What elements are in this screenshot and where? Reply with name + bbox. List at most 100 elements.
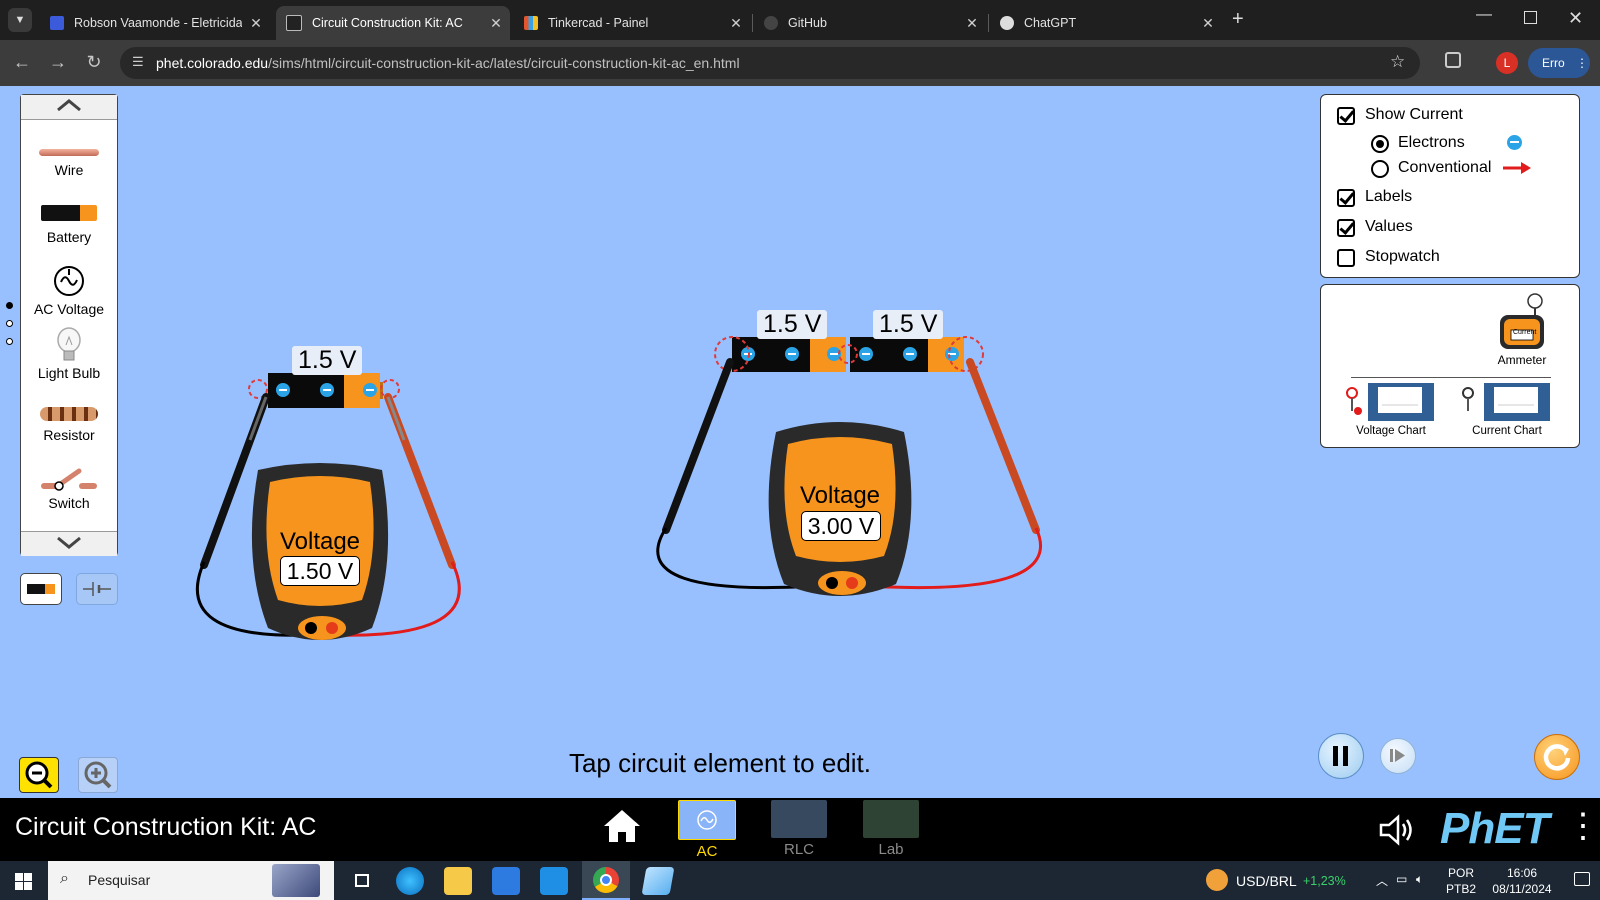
carousel-down-button[interactable]: [21, 531, 117, 556]
tab-close-icon[interactable]: ✕: [722, 15, 750, 32]
tab-close-icon[interactable]: ✕: [958, 15, 986, 32]
chevron-up-icon: [57, 99, 81, 112]
home-button[interactable]: [602, 808, 642, 849]
ammeter-tool[interactable]: Current Ammeter: [1485, 291, 1559, 371]
schematic-view-button[interactable]: [76, 573, 118, 605]
current-chart-tool[interactable]: Current Chart: [1457, 381, 1557, 437]
browser-tab[interactable]: Robson Vaamonde - Eletricidad ✕: [40, 6, 270, 40]
page-indicator-dot[interactable]: [6, 320, 13, 327]
task-view-icon[interactable]: [348, 867, 376, 895]
forward-arrow-icon[interactable]: →: [46, 52, 70, 73]
screen-rlc[interactable]: RLC: [764, 800, 834, 858]
stopwatch-checkbox[interactable]: [1337, 249, 1355, 267]
tray-chevron-icon[interactable]: ︿: [1376, 872, 1388, 889]
pause-button[interactable]: [1318, 733, 1364, 779]
chatgpt-favicon-icon: [1000, 16, 1014, 30]
tab-title: Circuit Construction Kit: AC: [312, 16, 463, 30]
browser-tab[interactable]: ChatGPT ✕: [990, 6, 1222, 40]
component-toolbox: Wire Battery AC Voltage Light Bulb Resis…: [20, 94, 118, 556]
lab-screen-icon: [863, 800, 919, 838]
voltage-chart-tool[interactable]: Voltage Chart: [1341, 381, 1441, 437]
toolbox-wire[interactable]: Wire: [21, 149, 117, 178]
extensions-icon[interactable]: [1445, 52, 1461, 68]
show-current-checkbox[interactable]: [1337, 107, 1355, 125]
speaker-icon: [1379, 814, 1412, 846]
chevron-down-icon: [57, 536, 81, 549]
browser-tab[interactable]: GitHub ✕: [754, 6, 986, 40]
language-indicator[interactable]: POR PTB2: [1446, 865, 1476, 897]
bookmark-star-icon[interactable]: ☆: [1390, 52, 1405, 72]
toolbox-ac-voltage[interactable]: AC Voltage: [21, 265, 117, 317]
conventional-arrow-icon: [1503, 162, 1531, 174]
lifelike-view-button[interactable]: [20, 573, 62, 605]
page-indicator-dot[interactable]: [6, 338, 13, 345]
ac-voltage-screen-icon: [678, 800, 736, 840]
reset-all-button[interactable]: [1534, 734, 1580, 780]
browser-tab-active[interactable]: Circuit Construction Kit: AC ✕: [276, 6, 510, 40]
conventional-radio[interactable]: [1371, 160, 1389, 178]
notifications-icon[interactable]: [1574, 872, 1590, 886]
tab-close-icon[interactable]: ✕: [482, 15, 510, 32]
toolbox-switch[interactable]: Switch: [21, 465, 117, 511]
ammeter-label: Ammeter: [1497, 353, 1547, 367]
battery-1-label[interactable]: 1.5 V: [292, 346, 363, 375]
ticker-name[interactable]: USD/BRL: [1236, 873, 1297, 889]
browser-tab[interactable]: Tinkercad - Painel ✕: [514, 6, 750, 40]
error-menu-button[interactable]: Erro ⋮: [1528, 48, 1590, 78]
clock[interactable]: 16:06 08/11/2024: [1482, 865, 1562, 897]
labels-checkbox[interactable]: [1337, 189, 1355, 207]
notes-app-icon[interactable]: [641, 867, 675, 895]
browser-tab-bar: ▼ Robson Vaamonde - Eletricidad ✕ Circui…: [0, 0, 1600, 40]
carousel-up-button[interactable]: [21, 95, 117, 120]
toolbox-label: Battery: [46, 229, 92, 245]
phet-menu-icon[interactable]: ⋮: [1566, 806, 1600, 846]
windows-start-icon[interactable]: [15, 873, 32, 890]
taskbar-search-box[interactable]: ⌕ Pesquisar: [48, 861, 334, 900]
voltage-chart-icon: [1346, 383, 1434, 421]
volume-icon[interactable]: 🔈︎: [1416, 872, 1423, 887]
close-window-button[interactable]: ✕: [1568, 8, 1583, 29]
toolbox-label: AC Voltage: [33, 301, 105, 317]
network-icon[interactable]: ▭: [1396, 872, 1407, 886]
url-domain: phet.colorado.edu: [156, 55, 269, 71]
restore-button[interactable]: [1524, 11, 1537, 24]
battery-icon: [41, 205, 97, 221]
tab-close-icon[interactable]: ✕: [242, 15, 270, 32]
voltmeter-1-title: Voltage: [279, 528, 361, 555]
schematic-icon: [83, 582, 111, 596]
phet-favicon-icon: [286, 15, 302, 31]
values-checkbox[interactable]: [1337, 219, 1355, 237]
battery-2a-label[interactable]: 1.5 V: [757, 310, 828, 339]
mail-icon[interactable]: [540, 867, 568, 895]
edge-icon[interactable]: [396, 867, 424, 895]
toolbox-battery[interactable]: Battery: [21, 205, 117, 245]
battery-2b-label[interactable]: 1.5 V: [873, 310, 944, 339]
sound-toggle-button[interactable]: [1378, 812, 1420, 853]
minimize-button[interactable]: —: [1476, 6, 1492, 24]
sensor-tools-panel: Current Ammeter Voltage Chart Current Ch…: [1320, 284, 1580, 448]
step-forward-button[interactable]: [1380, 738, 1416, 774]
profile-avatar[interactable]: L: [1496, 52, 1518, 74]
reset-icon: [1543, 744, 1571, 771]
new-tab-button[interactable]: +: [1232, 8, 1244, 31]
battery-2b: [850, 337, 964, 372]
screen-lab[interactable]: Lab: [856, 800, 926, 858]
back-arrow-icon[interactable]: ←: [10, 52, 34, 73]
tab-close-icon[interactable]: ✕: [1194, 15, 1222, 32]
ac-voltage-icon: [54, 266, 84, 296]
toolbox-resistor[interactable]: Resistor: [21, 407, 117, 443]
tab-search-button[interactable]: ▼: [8, 8, 32, 32]
toolbox-light-bulb[interactable]: Light Bulb: [21, 327, 117, 381]
chrome-taskbar-item[interactable]: [582, 861, 630, 900]
file-explorer-icon[interactable]: [444, 867, 472, 895]
reload-icon[interactable]: ↻: [82, 52, 106, 73]
store-icon[interactable]: [492, 867, 520, 895]
error-label: Erro: [1542, 56, 1565, 70]
wire-icon: [39, 149, 99, 156]
tab-title: Tinkercad - Painel: [548, 16, 649, 30]
address-bar[interactable]: ☰ phet.colorado.edu/sims/html/circuit-co…: [120, 47, 1420, 79]
page-indicator-dot-active[interactable]: [6, 302, 13, 309]
electron-icon: [1507, 135, 1522, 150]
electrons-radio[interactable]: [1371, 135, 1389, 153]
site-info-icon[interactable]: ☰: [132, 55, 146, 69]
